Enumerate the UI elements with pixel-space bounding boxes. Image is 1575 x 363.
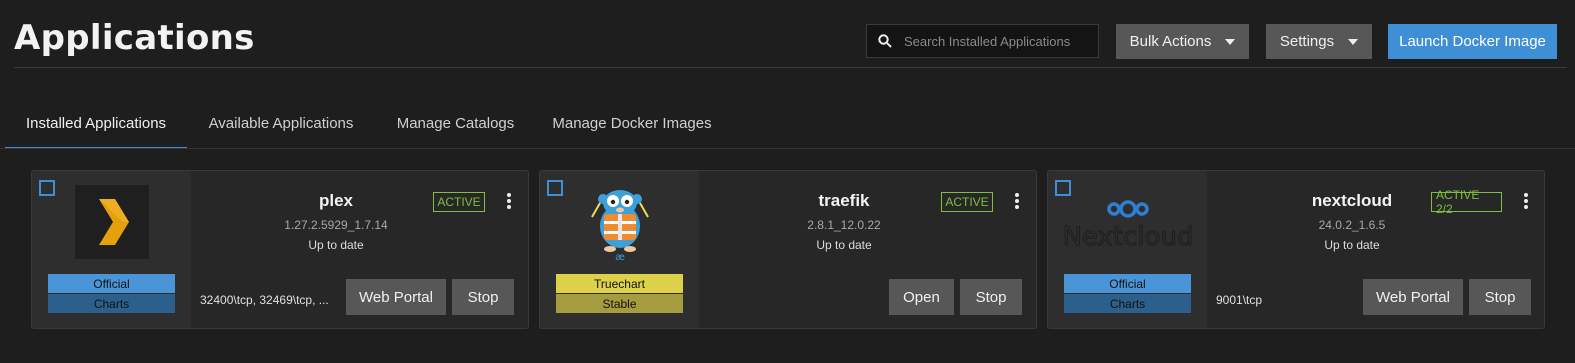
stop-button[interactable]: Stop	[452, 279, 514, 315]
badge-train: Stable	[556, 294, 683, 313]
web-portal-button[interactable]: Web Portal	[1363, 279, 1463, 315]
tab-installed-applications[interactable]: Installed Applications	[5, 100, 187, 149]
stop-button[interactable]: Stop	[1469, 279, 1531, 315]
tab-manage-docker-images[interactable]: Manage Docker Images	[542, 100, 722, 147]
tab-available-applications[interactable]: Available Applications	[196, 100, 366, 147]
app-update-status: Up to date	[308, 238, 364, 252]
bulk-actions-label: Bulk Actions	[1129, 33, 1212, 50]
stop-button[interactable]: Stop	[960, 279, 1022, 315]
more-options-icon[interactable]	[1521, 193, 1531, 213]
app-card-nextcloud: Nextcloud Official Charts nextcloud 24.0…	[1047, 170, 1545, 329]
app-version: 1.27.2.5929_1.7.14	[284, 218, 388, 232]
web-portal-button[interactable]: Web Portal	[346, 279, 446, 315]
app-card-plex: Official Charts plex 1.27.2.5929_1.7.14 …	[31, 170, 529, 329]
select-checkbox[interactable]	[547, 180, 563, 196]
app-ports: 9001\tcp	[1216, 293, 1263, 307]
more-options-icon[interactable]	[504, 193, 514, 213]
badge-catalog: Truechart	[556, 274, 683, 293]
status-badge: ACTIVE	[433, 192, 485, 212]
badge-official: Official	[48, 274, 175, 293]
status-badge: ACTIVE 2/2	[1431, 188, 1502, 216]
nextcloud-wordmark: Nextcloud	[1063, 222, 1194, 252]
app-update-status: Up to date	[1324, 238, 1380, 252]
tabs-divider	[0, 148, 1575, 149]
traefik-gopher-icon: æ	[580, 181, 660, 263]
tab-bar: Installed Applications Available Applica…	[5, 100, 1575, 149]
header-divider	[14, 67, 1567, 68]
app-ports: 32400\tcp, 32469\tcp, ...	[200, 293, 329, 307]
status-badge: ACTIVE	[941, 192, 993, 212]
app-card-logo-panel: Nextcloud Official Charts	[1048, 171, 1207, 328]
caret-down-icon	[1348, 38, 1359, 45]
badge-official: Official	[1064, 274, 1191, 293]
app-update-status: Up to date	[816, 238, 872, 252]
search-input[interactable]	[902, 32, 1086, 50]
more-options-icon[interactable]	[1012, 193, 1022, 213]
launch-label: Launch Docker Image	[1399, 33, 1546, 50]
open-button[interactable]: Open	[889, 279, 954, 315]
settings-label: Settings	[1279, 33, 1335, 50]
settings-button[interactable]: Settings	[1266, 24, 1372, 59]
select-checkbox[interactable]	[39, 180, 55, 196]
launch-docker-image-button[interactable]: Launch Docker Image	[1388, 24, 1557, 59]
nextcloud-logo-icon: Nextcloud	[1060, 193, 1196, 253]
caret-down-icon	[1225, 38, 1236, 45]
badge-train: Charts	[48, 294, 175, 313]
app-version: 2.8.1_12.0.22	[807, 218, 881, 232]
badge-train: Charts	[1064, 294, 1191, 313]
app-card-logo-panel: æ Truechart Stable	[540, 171, 699, 328]
app-card-traefik: æ Truechart Stable traefik 2.8.1_12.0.22…	[539, 170, 1037, 329]
tab-manage-catalogs[interactable]: Manage Catalogs	[383, 100, 528, 147]
search-icon	[878, 34, 892, 48]
app-version: 24.0.2_1.6.5	[1318, 218, 1386, 232]
bulk-actions-button[interactable]: Bulk Actions	[1116, 24, 1249, 59]
page-title: Applications	[14, 18, 255, 58]
app-card-logo-panel: Official Charts	[32, 171, 191, 328]
svg-text:æ: æ	[615, 252, 625, 261]
search-box[interactable]	[866, 24, 1099, 58]
plex-chevron-icon	[75, 185, 149, 259]
